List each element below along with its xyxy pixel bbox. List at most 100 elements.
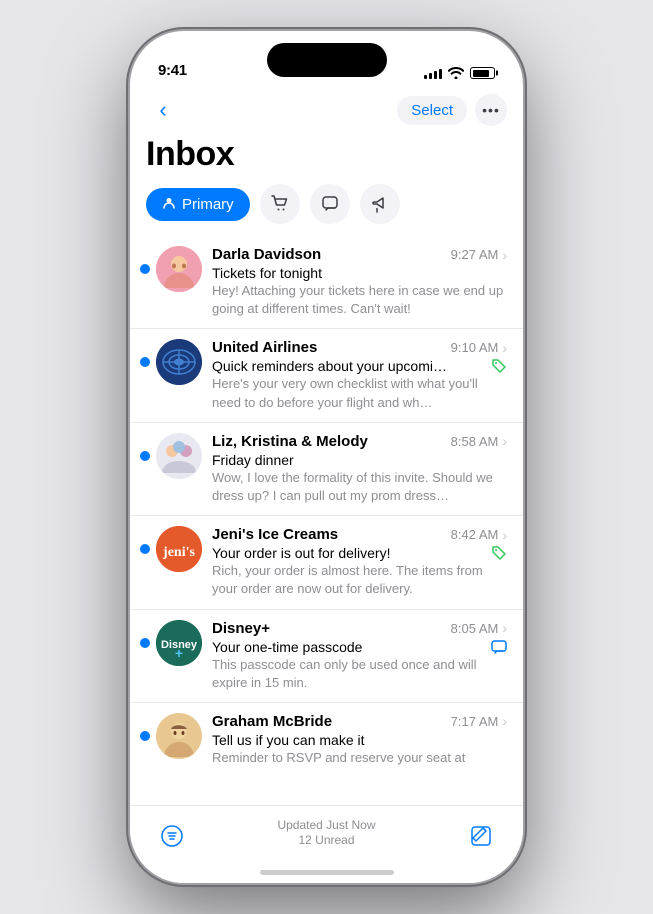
- email-item[interactable]: United Airlines 9:10 AM › Quick reminder…: [130, 329, 523, 422]
- more-button[interactable]: •••: [475, 94, 507, 126]
- person-icon: [162, 196, 176, 213]
- avatar: [156, 246, 202, 292]
- unread-indicator: [140, 451, 150, 461]
- email-header: Liz, Kristina & Melody 8:58 AM ›: [212, 433, 507, 450]
- email-time: 8:42 AM: [451, 527, 499, 542]
- avatar: jeni's: [156, 526, 202, 572]
- sender-name: Disney+: [212, 620, 270, 637]
- chevron-right-icon: ›: [502, 433, 507, 449]
- compose-icon: [469, 824, 493, 848]
- signal-bars-icon: [424, 67, 442, 79]
- email-time: 8:05 AM: [451, 621, 499, 636]
- email-meta: 8:58 AM ›: [451, 433, 507, 449]
- more-icon: •••: [482, 102, 500, 118]
- phone-frame: 9:41 ‹ Select •••: [130, 31, 523, 883]
- page-title: Inbox: [130, 131, 523, 184]
- avatar: [156, 339, 202, 385]
- email-preview: Here's your very own checklist with what…: [212, 375, 507, 411]
- tab-primary-label: Primary: [182, 196, 234, 213]
- email-item[interactable]: Darla Davidson 9:27 AM › Tickets for ton…: [130, 236, 523, 329]
- tab-promotions[interactable]: [360, 184, 400, 224]
- back-icon: ‹: [159, 99, 166, 121]
- email-subject: Your one-time passcode: [212, 639, 362, 655]
- nav-actions: Select •••: [397, 94, 507, 126]
- unread-indicator: [140, 731, 150, 741]
- unread-count-text: 12 Unread: [298, 833, 354, 847]
- shopping-cart-icon: [271, 195, 289, 213]
- sender-name: Graham McBride: [212, 713, 332, 730]
- dynamic-island: [267, 43, 387, 77]
- email-item[interactable]: Disney + Disney+ 8:05 AM › Your one-time…: [130, 610, 523, 703]
- sender-name: United Airlines: [212, 339, 317, 356]
- shopping-cart-tag-icon: [491, 545, 507, 561]
- email-header: Disney+ 8:05 AM ›: [212, 620, 507, 637]
- unread-indicator: [140, 357, 150, 367]
- shopping-tag-icon: [491, 358, 507, 374]
- avatar: Disney +: [156, 620, 202, 666]
- email-content: Jeni's Ice Creams 8:42 AM › Your order i…: [212, 526, 507, 598]
- email-meta: 8:05 AM ›: [451, 620, 507, 636]
- email-preview: Reminder to RSVP and reserve your seat a…: [212, 749, 507, 767]
- email-subject: Your order is out for delivery!: [212, 545, 390, 561]
- email-content: Graham McBride 7:17 AM › Tell us if you …: [212, 713, 507, 767]
- compose-button[interactable]: [463, 818, 499, 854]
- email-item[interactable]: Graham McBride 7:17 AM › Tell us if you …: [130, 703, 523, 777]
- email-subject-row: Tell us if you can make it: [212, 732, 507, 748]
- chevron-right-icon: ›: [502, 713, 507, 729]
- email-meta: 8:42 AM ›: [451, 527, 507, 543]
- email-subject-row: Your order is out for delivery!: [212, 545, 507, 561]
- filter-tabs: Primary: [130, 184, 523, 236]
- megaphone-icon: [371, 195, 389, 213]
- status-icons: [424, 67, 495, 79]
- email-preview: Hey! Attaching your tickets here in case…: [212, 282, 507, 318]
- email-time: 7:17 AM: [451, 714, 499, 729]
- email-list: Darla Davidson 9:27 AM › Tickets for ton…: [130, 236, 523, 805]
- filter-button[interactable]: [154, 818, 190, 854]
- toolbar-center: Updated Just Now 12 Unread: [277, 818, 375, 847]
- unread-indicator: [140, 264, 150, 274]
- chevron-right-icon: ›: [502, 527, 507, 543]
- email-content: Liz, Kristina & Melody 8:58 AM › Friday …: [212, 433, 507, 505]
- select-button[interactable]: Select: [397, 96, 467, 125]
- svg-text:jeni's: jeni's: [162, 545, 195, 560]
- email-subject-row: Friday dinner: [212, 452, 507, 468]
- tab-primary[interactable]: Primary: [146, 188, 250, 221]
- email-time: 8:58 AM: [451, 434, 499, 449]
- sender-name: Jeni's Ice Creams: [212, 526, 338, 543]
- email-item[interactable]: Liz, Kristina & Melody 8:58 AM › Friday …: [130, 423, 523, 516]
- message-tag-icon: [491, 639, 507, 655]
- nav-bar: ‹ Select •••: [130, 85, 523, 131]
- tab-messages[interactable]: [310, 184, 350, 224]
- avatar: [156, 713, 202, 759]
- unread-indicator: [140, 544, 150, 554]
- email-meta: 9:27 AM ›: [451, 247, 507, 263]
- email-content: Disney+ 8:05 AM › Your one-time passcode: [212, 620, 507, 692]
- content-area: ‹ Select ••• Inbox Primary: [130, 85, 523, 883]
- status-time: 9:41: [158, 62, 187, 79]
- email-meta: 7:17 AM ›: [451, 713, 507, 729]
- updated-text: Updated Just Now: [277, 818, 375, 832]
- tab-shopping[interactable]: [260, 184, 300, 224]
- email-content: United Airlines 9:10 AM › Quick reminder…: [212, 339, 507, 411]
- email-subject: Tell us if you can make it: [212, 732, 365, 748]
- email-header: United Airlines 9:10 AM ›: [212, 339, 507, 356]
- email-header: Graham McBride 7:17 AM ›: [212, 713, 507, 730]
- email-item[interactable]: jeni's Jeni's Ice Creams 8:42 AM › Your …: [130, 516, 523, 609]
- chevron-right-icon: ›: [502, 620, 507, 636]
- email-header: Darla Davidson 9:27 AM ›: [212, 246, 507, 263]
- email-time: 9:10 AM: [451, 340, 499, 355]
- email-subject-row: Quick reminders about your upcoming…: [212, 358, 507, 374]
- email-preview: Rich, your order is almost here. The ite…: [212, 562, 507, 598]
- email-subject: Tickets for tonight: [212, 265, 322, 281]
- chevron-right-icon: ›: [502, 247, 507, 263]
- email-subject: Quick reminders about your upcoming…: [212, 358, 452, 374]
- email-content: Darla Davidson 9:27 AM › Tickets for ton…: [212, 246, 507, 318]
- chat-icon: [321, 195, 339, 213]
- sender-name: Darla Davidson: [212, 246, 321, 263]
- back-button[interactable]: ‹: [146, 93, 180, 127]
- email-preview: This passcode can only be used once and …: [212, 656, 507, 692]
- email-subject-row: Tickets for tonight: [212, 265, 507, 281]
- unread-indicator: [140, 638, 150, 648]
- svg-text:+: +: [175, 645, 183, 661]
- avatar: [156, 433, 202, 479]
